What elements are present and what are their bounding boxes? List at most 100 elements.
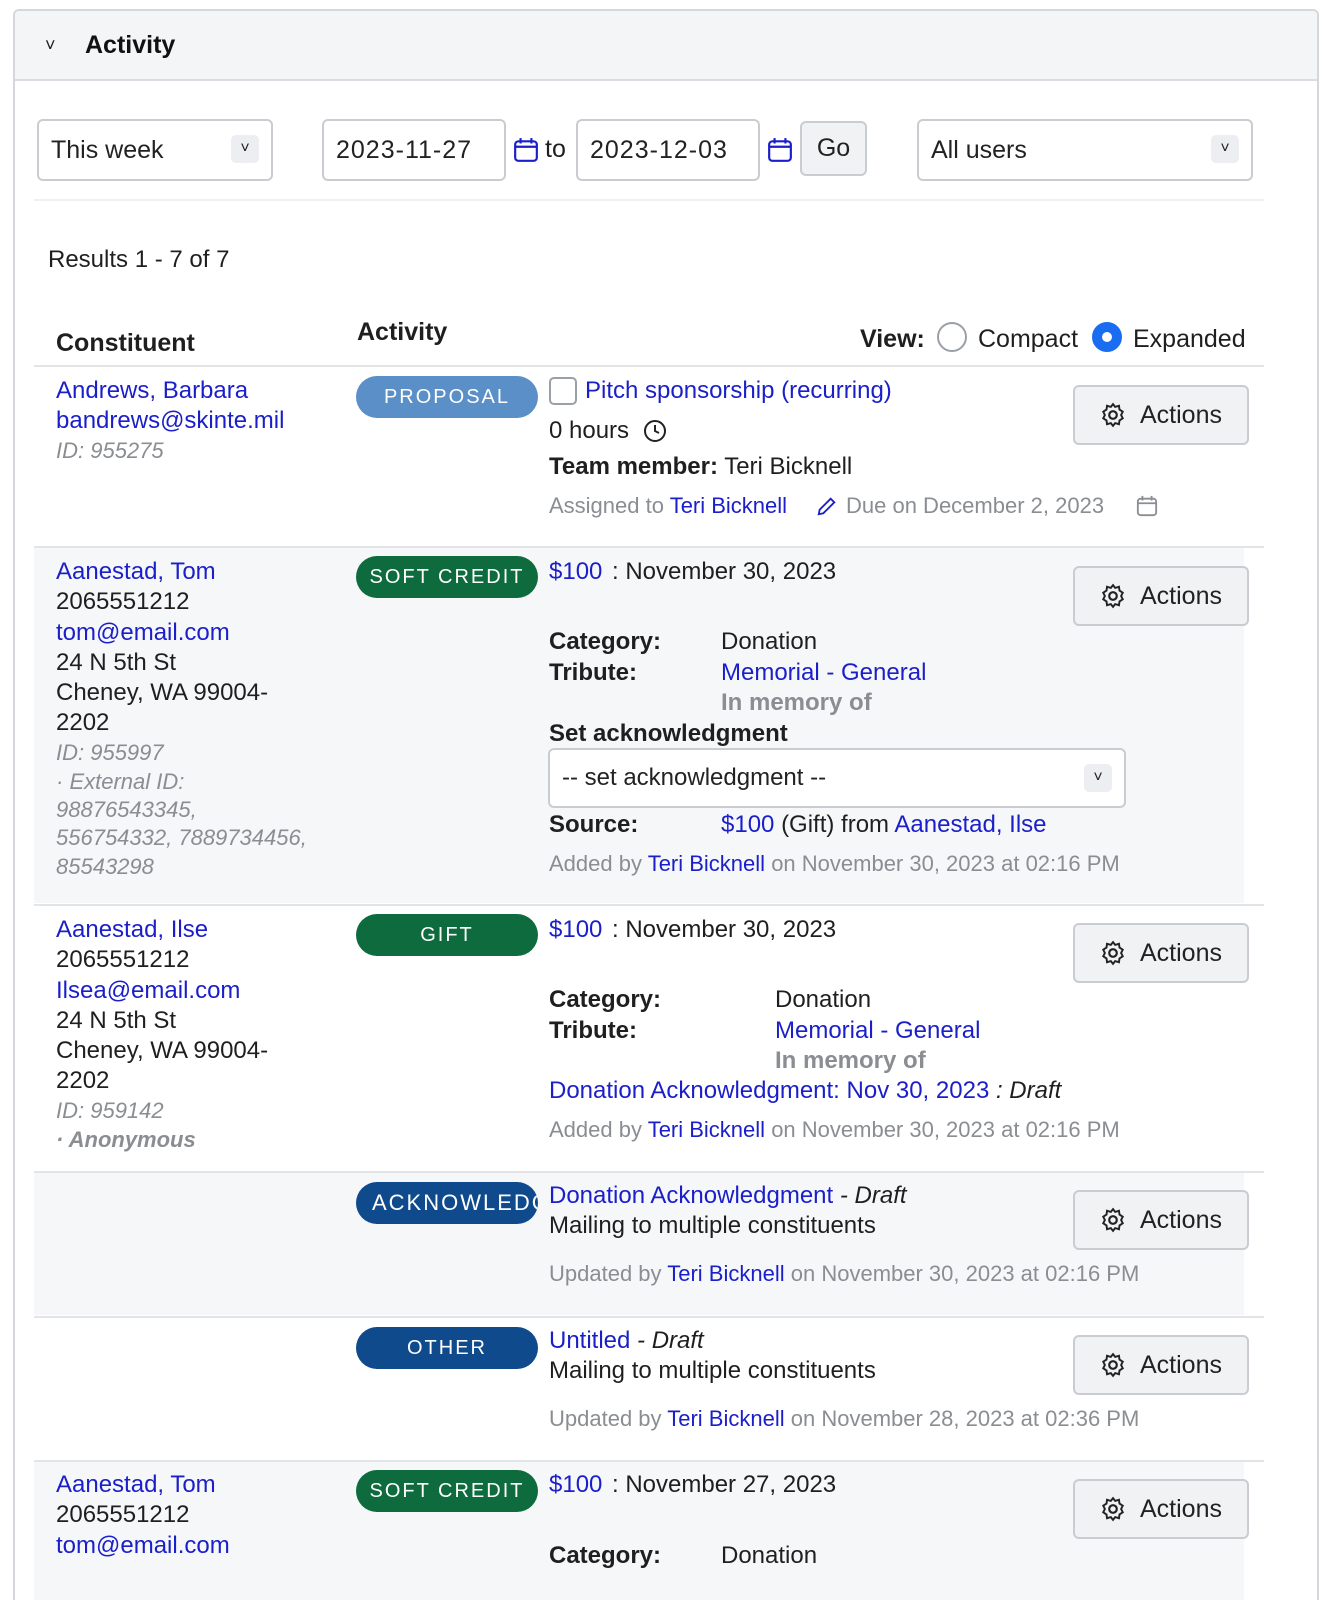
anonymous-flag: · Anonymous [56,1127,196,1152]
activity-desc: Mailing to multiple constituents [549,1357,876,1384]
added-suffix: on November 30, 2023 at 02:16 PM [771,1117,1120,1142]
task-checkbox[interactable] [549,377,577,405]
row-divider [34,1316,1264,1318]
col-constituent: Constituent [56,329,195,357]
gift-date: : November 30, 2023 [612,558,837,585]
constituent-name-link[interactable]: Andrews, Barbara [56,376,248,406]
users-select[interactable]: All users ˅ [917,119,1253,181]
updated-prefix: Updated by [549,1261,662,1286]
constituent-phone: 2065551212 [56,588,190,615]
address-line-3: 2202 [56,1067,110,1094]
tribute-label: Tribute: [549,1017,637,1044]
external-id-2: 556754332, 7889734456, [56,825,307,850]
activity-status: - Draft [637,1327,704,1354]
source-mid: (Gift) from [781,811,890,838]
gear-icon [1101,1207,1125,1233]
actions-button[interactable]: Actions [1073,923,1249,983]
tribute-link[interactable]: Memorial - General [775,1016,980,1046]
calendar-icon[interactable] [513,137,539,163]
constituent-email-link[interactable]: Ilsea@email.com [56,976,240,1006]
updated-by-link[interactable]: Teri Bicknell [667,1261,784,1286]
constituent-email-link[interactable]: bandrews@skinte.mil [56,406,284,436]
external-id-label: · External ID: [56,769,185,794]
constituent-name-link[interactable]: Aanestad, Tom [56,557,216,587]
users-value: All users [931,135,1027,164]
added-line: Added by Teri Bicknell on November 30, 2… [549,1115,1120,1145]
acknowledgment-select[interactable]: -- set acknowledgment -- ˅ [548,748,1126,808]
actions-button[interactable]: Actions [1073,1335,1249,1395]
ack-status: : Draft [995,1077,1062,1104]
period-value: This week [51,135,164,164]
category-value: Donation [775,986,872,1013]
activity-title-link[interactable]: Donation Acknowledgment [549,1182,833,1209]
constituent-email-link[interactable]: tom@email.com [56,618,230,648]
filter-divider [34,199,1264,201]
category-label: Category: [549,628,662,655]
period-select[interactable]: This week ˅ [37,119,273,181]
constituent-id: ID: 959142 [56,1098,164,1123]
added-prefix: Added by [549,1117,642,1142]
assigned-prefix: Assigned to [549,493,664,518]
gear-icon [1101,1496,1125,1522]
activity-title-link[interactable]: Untitled [549,1327,630,1354]
chevron-down-icon: ˅ [1084,764,1112,792]
activity-title-line: Donation Acknowledgment - Draft [549,1181,907,1211]
added-by-link[interactable]: Teri Bicknell [648,1117,765,1142]
set-ack-label: Set acknowledgment [549,720,788,747]
team-member: Team member: Teri Bicknell [549,452,852,482]
amount-link[interactable]: $100 [549,915,602,945]
amount-link[interactable]: $100 [549,1470,602,1500]
view-expanded-label[interactable]: Expanded [1133,324,1246,354]
added-prefix: Added by [549,851,642,876]
source-from-link[interactable]: Aanestad, Ilse [894,811,1046,838]
activity-desc: Mailing to multiple constituents [549,1212,876,1239]
calendar-icon[interactable] [767,137,793,163]
view-expanded-radio[interactable] [1092,322,1122,352]
actions-label: Actions [1140,1350,1222,1379]
constituent-id: ID: 955275 [56,438,164,463]
col-activity: Activity [357,318,448,346]
calendar-icon[interactable] [1136,495,1158,517]
panel-header[interactable]: ˅ Activity [15,11,1317,81]
address-line-1: 24 N 5th St [56,1007,177,1034]
team-label: Team member: [549,453,718,480]
constituent-email-link[interactable]: tom@email.com [56,1531,230,1561]
ack-line: Donation Acknowledgment: Nov 30, 2023 : … [549,1076,1061,1106]
activity-title-line: Untitled - Draft [549,1326,704,1356]
actions-label: Actions [1140,1205,1222,1234]
view-compact-radio[interactable] [937,322,967,352]
updated-prefix: Updated by [549,1406,662,1431]
row-divider [34,1460,1264,1462]
actions-button[interactable]: Actions [1073,1479,1249,1539]
updated-by-link[interactable]: Teri Bicknell [667,1406,784,1431]
constituent-name-link[interactable]: Aanestad, Tom [56,1470,216,1500]
actions-button[interactable]: Actions [1073,566,1249,626]
date-to-input[interactable]: 2023-12-03 [576,119,760,181]
date-from-input[interactable]: 2023-11-27 [322,119,506,181]
acknowledgment-value: -- set acknowledgment -- [562,764,827,791]
actions-button[interactable]: Actions [1073,385,1249,445]
tribute-link[interactable]: Memorial - General [721,658,926,688]
actions-label: Actions [1140,1494,1222,1523]
panel-title: Activity [85,30,176,59]
added-suffix: on November 30, 2023 at 02:16 PM [771,851,1120,876]
assigned-to-link[interactable]: Teri Bicknell [670,493,787,518]
actions-button[interactable]: Actions [1073,1190,1249,1250]
amount-link[interactable]: $100 [549,557,602,587]
pencil-icon[interactable] [816,495,838,517]
activity-badge: OTHER [356,1327,538,1369]
source-amount-link[interactable]: $100 [721,811,774,838]
go-button[interactable]: Go [800,121,867,176]
category-value: Donation [721,628,818,655]
row-divider [34,1171,1264,1173]
constituent-name-link[interactable]: Aanestad, Ilse [56,915,208,945]
actions-label: Actions [1140,400,1222,429]
category-label: Category: [549,1542,662,1569]
ack-link[interactable]: Donation Acknowledgment: Nov 30, 2023 [549,1077,989,1104]
gear-icon [1101,1352,1125,1378]
chevron-down-icon[interactable]: ˅ [45,35,85,56]
activity-title-link[interactable]: Pitch sponsorship (recurring) [585,376,892,406]
view-compact-label[interactable]: Compact [978,324,1078,354]
gear-icon [1101,402,1125,428]
added-by-link[interactable]: Teri Bicknell [648,851,765,876]
